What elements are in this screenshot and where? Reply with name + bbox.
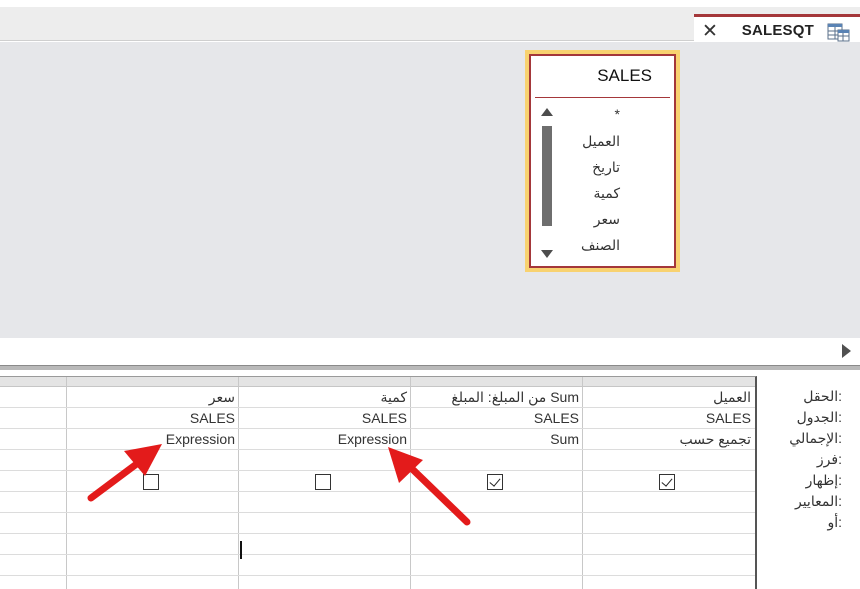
row-divider — [0, 554, 755, 555]
row-label-table: الجدول: — [796, 409, 842, 425]
column-divider — [410, 377, 411, 589]
field-cell[interactable]: من المبلغ: المبلغ Sum — [451, 389, 579, 406]
row-divider — [0, 428, 755, 429]
table-cell[interactable]: SALES — [706, 410, 751, 426]
row-divider — [0, 491, 755, 492]
scroll-up-arrow-icon[interactable] — [541, 108, 553, 116]
table-cell[interactable]: SALES — [534, 410, 579, 426]
field-list-item[interactable]: كمية — [594, 185, 621, 202]
table-cell[interactable]: SALES — [362, 410, 407, 426]
show-checkbox[interactable] — [487, 474, 503, 490]
sales-table-box[interactable]: SALES * العميل تاريخ كمية سعر الصنف — [525, 50, 680, 272]
table-box-border: SALES * العميل تاريخ كمية سعر الصنف — [529, 54, 676, 268]
column-selector-bar[interactable] — [0, 377, 755, 387]
field-list-item[interactable]: تاريخ — [592, 159, 620, 176]
row-divider — [0, 512, 755, 513]
query-design-grid: العميل SALES تجميع حسب من المبلغ: المبلغ… — [0, 376, 757, 589]
row-label-sort: فرز: — [816, 451, 842, 467]
scrollbar-thumb[interactable] — [542, 126, 552, 226]
field-list-scrollbar[interactable] — [541, 108, 553, 258]
tab-title: SALESQT — [741, 22, 814, 39]
field-list-item[interactable]: سعر — [594, 211, 620, 228]
total-cell[interactable]: Expression — [338, 431, 407, 447]
column-divider — [238, 377, 239, 589]
row-divider — [0, 575, 755, 576]
scroll-down-arrow-icon[interactable] — [541, 250, 553, 258]
row-label-field: الحقل: — [803, 388, 842, 404]
field-cell[interactable]: كمية — [381, 389, 408, 406]
row-divider — [0, 407, 755, 408]
table-cell[interactable]: SALES — [190, 410, 235, 426]
row-label-show: إظهار: — [805, 472, 842, 488]
row-divider — [0, 533, 755, 534]
column-divider — [66, 377, 67, 589]
field-cell[interactable]: سعر — [209, 389, 235, 406]
text-cursor — [240, 541, 242, 559]
table-box-title: SALES — [597, 66, 652, 85]
row-divider — [0, 449, 755, 450]
show-checkbox[interactable] — [315, 474, 331, 490]
row-label-total: الإجمالي: — [789, 430, 842, 446]
column-divider — [582, 377, 583, 589]
total-cell[interactable]: Expression — [166, 431, 235, 447]
table-pane[interactable]: SALES * العميل تاريخ كمية سعر الصنف — [0, 42, 860, 358]
scroll-right-arrow-icon[interactable] — [842, 344, 851, 358]
show-checkbox[interactable] — [143, 474, 159, 490]
document-tab-strip: SALESQT ✕ — [0, 0, 860, 48]
row-divider — [0, 470, 755, 471]
field-list-item[interactable]: الصنف — [581, 237, 620, 254]
query-design-grid-area: العميل SALES تجميع حسب من المبلغ: المبلغ… — [0, 370, 860, 589]
close-icon[interactable]: ✕ — [702, 21, 718, 43]
show-checkbox[interactable] — [659, 474, 675, 490]
field-list-item[interactable]: العميل — [582, 133, 620, 150]
field-list-item[interactable]: * — [615, 106, 620, 122]
total-cell[interactable]: Sum — [550, 431, 579, 447]
table-box-divider — [535, 97, 670, 98]
field-cell[interactable]: العميل — [713, 389, 751, 406]
query-design-icon — [827, 23, 850, 42]
row-label-or: أو: — [827, 514, 842, 530]
row-label-criteria: المعايير: — [794, 493, 842, 509]
total-cell[interactable]: تجميع حسب — [680, 431, 751, 448]
